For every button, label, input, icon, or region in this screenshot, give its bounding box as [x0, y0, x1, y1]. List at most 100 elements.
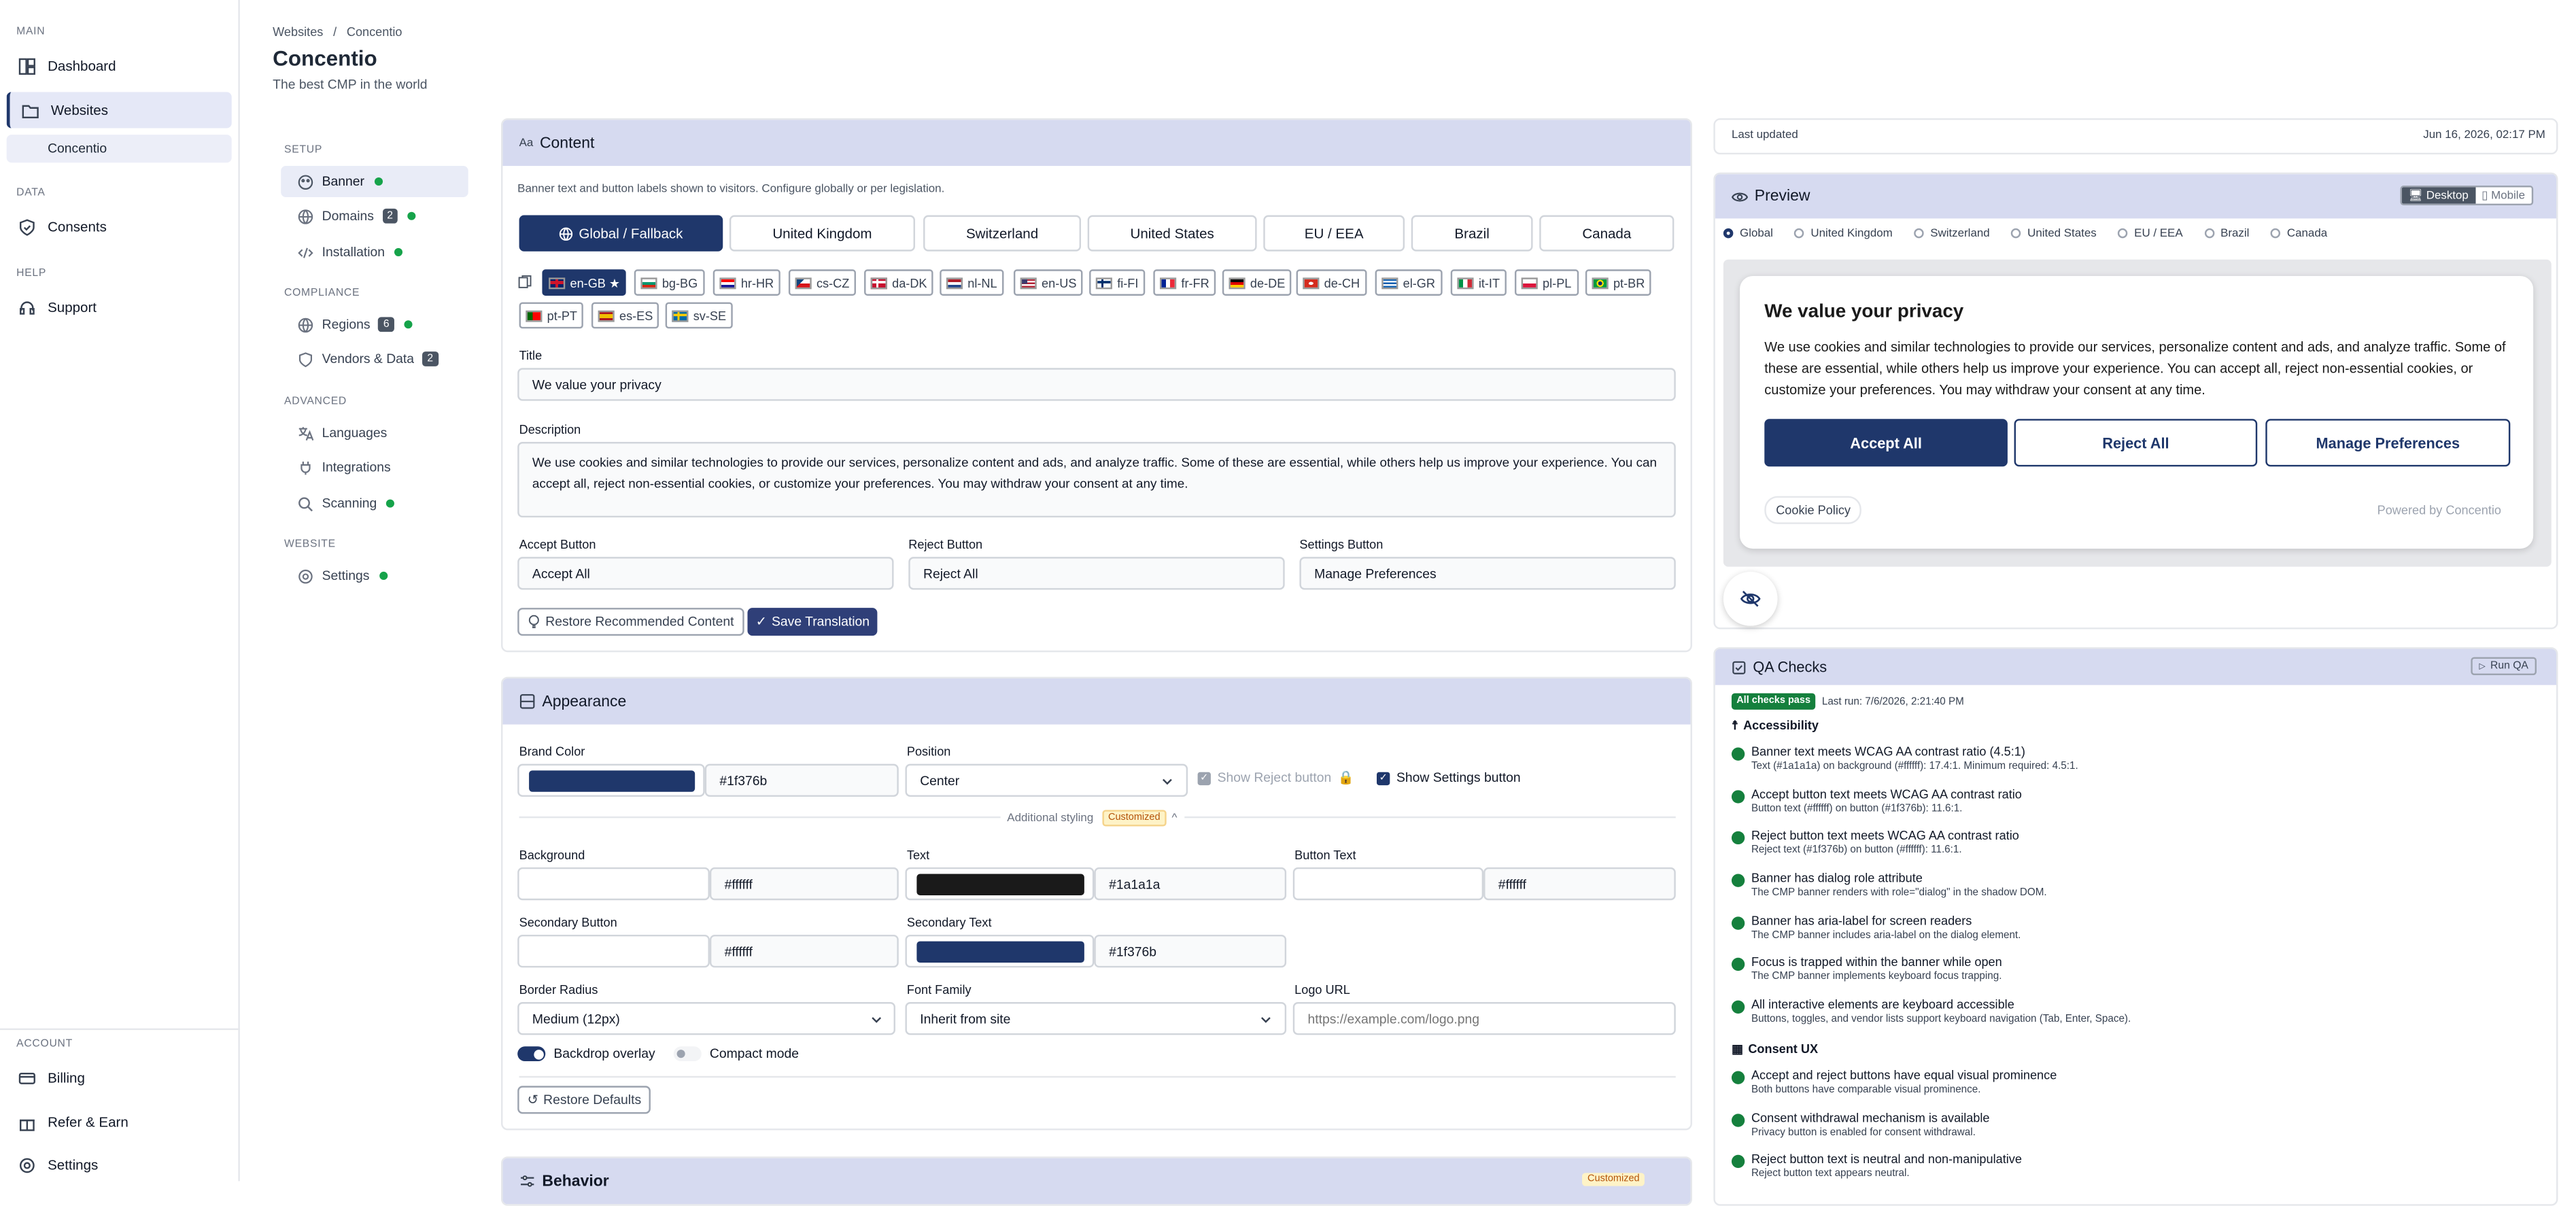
show-settings-toggle[interactable]: ✓ Show Settings button	[1376, 770, 1521, 785]
secondary-button-hex[interactable]: #ffffff	[709, 934, 899, 968]
preview-accept-button[interactable]: Accept All	[1764, 419, 2008, 467]
divider	[519, 1075, 1676, 1078]
nav-item-settings[interactable]: Settings	[7, 1147, 232, 1183]
preview-reject-button[interactable]: Reject All	[2014, 419, 2258, 467]
title-input[interactable]: We value your privacy	[517, 368, 1676, 401]
locale-chip-nl-nl[interactable]: nl-NL	[940, 269, 1004, 296]
border-radius-select[interactable]: Medium (12px)	[517, 1002, 895, 1035]
qa-last-run: Last run: 7/6/2026, 2:21:40 PM	[1821, 696, 1964, 708]
reject-button-input[interactable]: Reject All	[908, 557, 1285, 590]
locale-chip-fr-fr[interactable]: fr-FR	[1153, 269, 1216, 296]
preview-cookie-policy-link[interactable]: Cookie Policy	[1764, 496, 1862, 524]
region-radio-global[interactable]: Global	[1723, 228, 1773, 240]
locale-chip-en-gb[interactable]: en-GB ★	[542, 269, 627, 296]
region-radio-ca[interactable]: Canada	[2270, 228, 2327, 240]
nl-flag-icon	[946, 277, 963, 289]
tab-switzerland[interactable]: Switzerland	[923, 215, 1082, 252]
device-toggle: 🖥 Desktop ▯ Mobile	[2400, 186, 2534, 206]
restore-recommended-button[interactable]: Restore Recommended Content	[517, 608, 744, 636]
locale-chip-fi-fi[interactable]: fi-FI	[1089, 269, 1146, 296]
content-card-header: Aa Content	[502, 120, 1691, 167]
desktop-toggle[interactable]: 🖥 Desktop	[2401, 187, 2475, 204]
additional-styling-toggle[interactable]: Additional styling Customized ^	[1000, 810, 1184, 827]
button-text-hex[interactable]: #ffffff	[1483, 867, 1676, 901]
tab-global[interactable]: Global / Fallback	[519, 215, 723, 252]
subnav-languages[interactable]: Languages	[281, 417, 468, 449]
nav-item-websites[interactable]: Websites	[6, 92, 232, 128]
logo-url-input[interactable]	[1292, 1002, 1676, 1035]
behavior-card-header[interactable]: Behavior Customized	[502, 1158, 1691, 1205]
privacy-floating-button[interactable]	[1723, 571, 1778, 626]
run-qa-button[interactable]: ▷ Run QA	[2471, 657, 2537, 676]
subnav-integrations[interactable]: Integrations	[281, 452, 468, 483]
region-radio-br[interactable]: Brazil	[2203, 228, 2249, 240]
nav-item-support[interactable]: Support	[7, 289, 232, 325]
tab-united-states[interactable]: United States	[1087, 215, 1257, 252]
font-family-select[interactable]: Inherit from site	[905, 1002, 1287, 1035]
subnav-section-compliance: COMPLIANCE	[284, 287, 360, 299]
locale-chip-da-dk[interactable]: da-DK	[864, 269, 934, 296]
locale-chip-el-gr[interactable]: el-GR	[1375, 269, 1442, 296]
border-radius-label: Border Radius	[519, 982, 598, 997]
copy-icon[interactable]	[517, 275, 532, 293]
nav-item-refer[interactable]: Refer & Earn	[7, 1104, 232, 1140]
region-radio-eu[interactable]: EU / EEA	[2118, 228, 2183, 240]
locale-chip-pt-pt[interactable]: pt-PT	[519, 302, 584, 329]
count-badge: 6	[378, 317, 394, 332]
region-radio-uk[interactable]: United Kingdom	[1794, 228, 1893, 240]
nav-item-dashboard[interactable]: Dashboard	[7, 48, 232, 84]
subnav-regions[interactable]: Regions 6	[281, 309, 468, 340]
subnav-domains[interactable]: Domains 2	[281, 201, 468, 232]
nav-item-consents[interactable]: Consents	[7, 209, 232, 245]
subnav-installation[interactable]: Installation	[281, 237, 468, 268]
locale-chip-sv-se[interactable]: sv-SE	[665, 302, 733, 329]
locale-chip-de-de[interactable]: de-DE	[1222, 269, 1292, 296]
chevron-down-icon	[1162, 778, 1172, 785]
subnav-vendors[interactable]: Vendors & Data 2	[281, 343, 468, 375]
locale-chip-pt-br[interactable]: pt-BR	[1585, 269, 1651, 296]
button-text-color-picker[interactable]	[1292, 867, 1484, 901]
position-select[interactable]: Center	[905, 763, 1188, 797]
pl-flag-icon	[1521, 277, 1538, 289]
subnav-scanning[interactable]: Scanning	[281, 488, 468, 519]
text-hex[interactable]: #1a1a1a	[1094, 867, 1287, 901]
preview-manage-button[interactable]: Manage Preferences	[2265, 419, 2511, 467]
preview-region-radios: Global United Kingdom Switzerland United…	[1723, 228, 2327, 240]
locale-chip-hr-hr[interactable]: hr-HR	[712, 269, 780, 296]
locale-chip-de-ch[interactable]: de-CH	[1296, 269, 1367, 296]
accept-button-input[interactable]: Accept All	[517, 557, 894, 590]
region-radio-us[interactable]: United States	[2010, 228, 2097, 240]
locale-chip-pl-pl[interactable]: pl-PL	[1514, 269, 1579, 296]
subnav-section-advanced: ADVANCED	[284, 396, 347, 408]
region-radio-ch[interactable]: Switzerland	[1914, 228, 1990, 240]
description-textarea[interactable]: We use cookies and similar technologies …	[517, 442, 1676, 518]
subnav-banner[interactable]: Banner	[281, 166, 468, 197]
show-reject-toggle[interactable]: ✓ Show Reject button 🔒	[1197, 770, 1354, 785]
locale-chip-es-es[interactable]: es-ES	[591, 302, 660, 329]
nav-item-website-concentio[interactable]: Concentio	[6, 135, 232, 163]
save-translation-button[interactable]: ✓ Save Translation	[747, 608, 878, 636]
mobile-toggle[interactable]: ▯ Mobile	[2475, 187, 2532, 204]
locale-chip-cs-cz[interactable]: cs-CZ	[788, 269, 856, 296]
sidebar: MAIN Dashboard Websites Concentio DATA C…	[0, 0, 240, 1183]
locale-chip-en-us[interactable]: en-US	[1013, 269, 1084, 296]
restore-defaults-button[interactable]: ↺ Restore Defaults	[517, 1086, 651, 1114]
compact-mode-toggle[interactable]: Compact mode	[673, 1046, 799, 1062]
tab-united-kingdom[interactable]: United Kingdom	[729, 215, 915, 252]
locale-chip-bg-bg[interactable]: bg-BG	[634, 269, 704, 296]
settings-button-input[interactable]: Manage Preferences	[1299, 557, 1676, 590]
tab-brazil[interactable]: Brazil	[1411, 215, 1533, 252]
background-hex[interactable]: #ffffff	[709, 867, 899, 901]
tab-eu-eea[interactable]: EU / EEA	[1263, 215, 1405, 252]
locale-chip-it-it[interactable]: it-IT	[1450, 269, 1507, 296]
subnav-settings[interactable]: Settings	[281, 560, 468, 591]
secondary-button-color-picker[interactable]	[517, 934, 710, 968]
nav-item-billing[interactable]: Billing	[7, 1060, 232, 1096]
tab-canada[interactable]: Canada	[1539, 215, 1675, 252]
backdrop-overlay-toggle[interactable]: Backdrop overlay	[517, 1046, 655, 1062]
background-color-picker[interactable]	[517, 867, 710, 901]
breadcrumb-websites[interactable]: Websites	[273, 24, 323, 39]
eye-icon	[1731, 188, 1749, 205]
brand-color-hex[interactable]: #1f376b	[704, 763, 899, 797]
secondary-text-hex[interactable]: #1f376b	[1094, 934, 1287, 968]
